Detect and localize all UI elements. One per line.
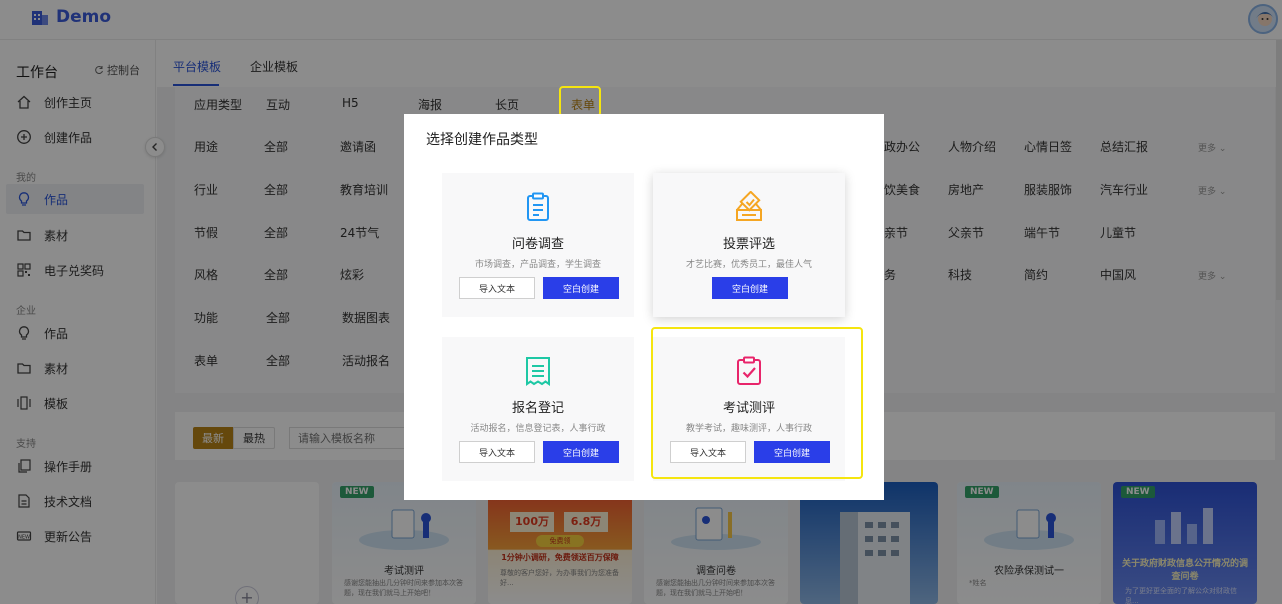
blank-create-button[interactable]: 空白创建 [543, 441, 619, 463]
option-title: 报名登记 [511, 401, 564, 416]
option-registration[interactable]: 报名登记 活动报名，信息登记表，人事行政 导入文本 空白创建 [442, 337, 634, 481]
highlight-exam-option [651, 327, 863, 479]
option-vote[interactable]: 投票评选 才艺比赛，优秀员工，最佳人气 空白创建 [653, 173, 845, 317]
option-title: 问卷调查 [511, 237, 564, 252]
blank-create-button[interactable]: 空白创建 [543, 277, 619, 299]
blank-create-button[interactable]: 空白创建 [712, 277, 788, 299]
import-text-button[interactable]: 导入文本 [459, 277, 535, 299]
option-description: 才艺比赛，优秀员工，最佳人气 [685, 260, 812, 270]
option-survey[interactable]: 问卷调查 市场调查，产品调查，学生调查 导入文本 空白创建 [442, 173, 634, 317]
clipboard-icon [527, 192, 549, 221]
option-description: 活动报名，信息登记表，人事行政 [470, 424, 606, 434]
highlight-form-type [559, 86, 601, 117]
receipt-icon [526, 357, 550, 386]
vote-box-icon [736, 191, 762, 221]
option-title: 投票评选 [722, 237, 775, 252]
option-description: 市场调查，产品调查，学生调查 [474, 260, 601, 270]
dialog-title: 选择创建作品类型 [426, 132, 538, 148]
import-text-button[interactable]: 导入文本 [459, 441, 535, 463]
